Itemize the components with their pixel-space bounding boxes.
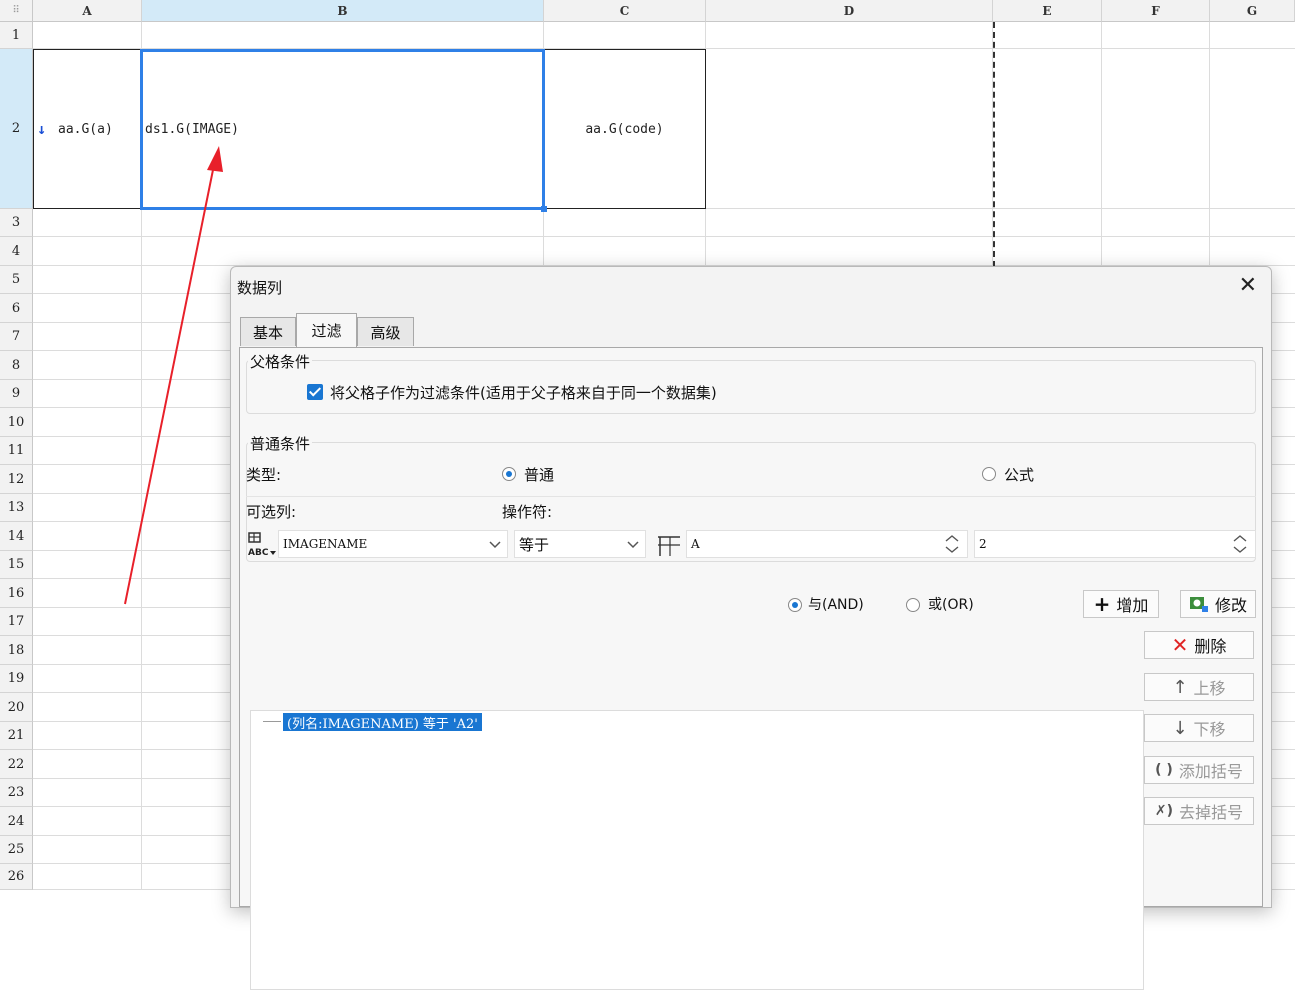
normal-condition-label: 普通条件	[248, 433, 313, 454]
value-type-field[interactable]: A	[686, 530, 968, 558]
delete-icon: ✕	[1171, 633, 1189, 657]
column-select-value: IMAGENAME	[283, 537, 368, 551]
value-text: 2	[979, 537, 987, 551]
logic-or-radio[interactable]	[906, 598, 920, 612]
divider	[246, 496, 1256, 497]
column-type-icon[interactable]: ABC	[246, 531, 276, 559]
logic-and-label: 与(AND)	[808, 597, 864, 613]
delete-button[interactable]: ✕ 删除	[1144, 631, 1254, 659]
value-field[interactable]: 2	[974, 530, 1256, 558]
spinner-icon[interactable]	[1225, 531, 1255, 557]
value-type-text: A	[691, 537, 700, 551]
type-normal-label: 普通	[524, 466, 555, 484]
modify-button[interactable]: 修改	[1180, 590, 1256, 618]
arrow-up-icon: ↑	[1172, 676, 1188, 698]
svg-text:ABC: ABC	[248, 548, 269, 558]
spinner-icon[interactable]	[937, 531, 967, 557]
add-button[interactable]: + 增加	[1083, 590, 1159, 618]
add-bracket-button[interactable]: ( ) 添加括号	[1144, 756, 1254, 784]
chevron-down-icon	[627, 541, 639, 549]
filter-panel: 父格条件 将父格子作为过滤条件(适用于父子格来自于同一个数据集) 普通条件 类型…	[239, 347, 1263, 990]
logic-and-radio[interactable]	[788, 598, 802, 612]
move-up-button[interactable]: ↑ 上移	[1144, 673, 1254, 701]
remove-bracket-button[interactable]: ✗) 去掉括号	[1144, 797, 1254, 825]
move-down-button-label: 下移	[1193, 720, 1226, 739]
logic-or-label: 或(OR)	[928, 597, 974, 613]
parent-filter-checkbox[interactable]	[307, 384, 323, 400]
bracket-icon: ( )	[1155, 762, 1173, 778]
type-formula-radio[interactable]	[982, 467, 996, 481]
plus-icon: +	[1093, 592, 1111, 616]
parent-filter-checkbox-label: 将父格子作为过滤条件(适用于父子格来自于同一个数据集)	[330, 384, 717, 402]
tab-filter[interactable]: 过滤	[296, 313, 357, 347]
operator-select-value: 等于	[519, 535, 550, 554]
operator-select[interactable]: 等于	[514, 530, 646, 558]
parent-condition-label: 父格条件	[248, 351, 313, 372]
tab-advanced[interactable]: 高级	[357, 317, 414, 346]
dialog-title: 数据列	[237, 279, 283, 297]
move-up-button-label: 上移	[1193, 679, 1226, 698]
move-down-button[interactable]: ↓ 下移	[1144, 714, 1254, 742]
condition-list[interactable]: (列名:IMAGENAME) 等于 'A2'	[250, 710, 1144, 990]
tree-connector	[263, 721, 281, 722]
arrow-down-icon: ↓	[1172, 717, 1188, 739]
add-button-label: 增加	[1116, 596, 1149, 615]
close-icon[interactable]: ✕	[1239, 273, 1257, 299]
type-formula-label: 公式	[1004, 466, 1035, 484]
value-type-icon[interactable]	[656, 532, 684, 558]
modify-button-label: 修改	[1214, 596, 1247, 615]
condition-item[interactable]: (列名:IMAGENAME) 等于 'A2'	[283, 713, 482, 732]
type-normal-radio[interactable]	[502, 467, 516, 481]
add-bracket-button-label: 添加括号	[1178, 762, 1243, 781]
remove-bracket-button-label: 去掉括号	[1179, 803, 1244, 822]
chevron-down-icon	[489, 541, 501, 549]
remove-bracket-icon: ✗)	[1154, 803, 1174, 819]
data-column-dialog[interactable]: 数据列 ✕ 基本 过滤 高级 父格条件 将父格子作为过滤条件(适用于父子格来自于…	[230, 266, 1272, 990]
operator-label: 操作符:	[502, 503, 553, 521]
delete-button-label: 删除	[1194, 637, 1227, 656]
column-select[interactable]: IMAGENAME	[278, 530, 508, 558]
modify-icon	[1189, 597, 1208, 612]
tab-basic[interactable]: 基本	[240, 317, 296, 346]
type-label: 类型:	[246, 466, 282, 484]
column-label: 可选列:	[246, 503, 297, 521]
